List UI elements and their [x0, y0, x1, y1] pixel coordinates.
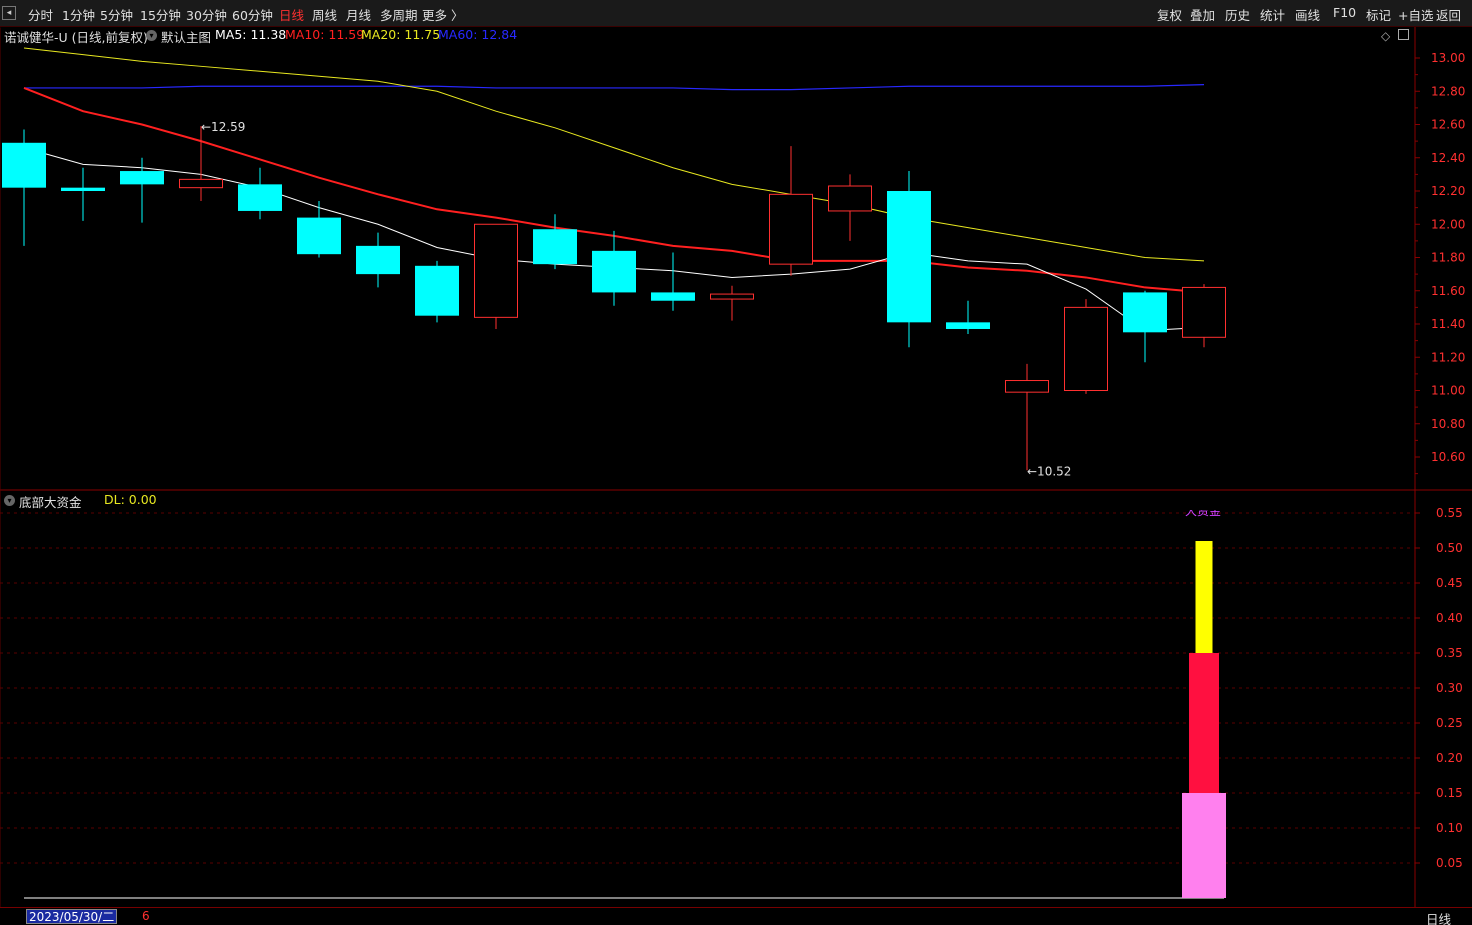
collapse-icon[interactable]: ◂ — [2, 6, 16, 20]
template-dropdown-icon[interactable]: ▾ — [146, 30, 157, 41]
candle-body — [474, 223, 518, 318]
status-bar: 2023/05/30/二 6 日线 — [0, 907, 1472, 925]
tool-button-1[interactable]: 叠加 — [1190, 5, 1215, 24]
price-tick-label: 11.40 — [1431, 317, 1465, 331]
candle-body — [120, 171, 164, 185]
indicator-bar-segment-2 — [1189, 653, 1219, 793]
tab-7[interactable]: 周线 — [312, 5, 337, 24]
diamond-icon[interactable]: ◇ — [1381, 29, 1390, 43]
tool-button-7[interactable]: +自选 — [1398, 5, 1433, 24]
window-icon[interactable] — [1398, 29, 1409, 40]
indicator-bar-caption: 大资金 — [1185, 503, 1221, 518]
indicator-tick-label: 0.45 — [1436, 576, 1463, 590]
date-suffix: 6 — [142, 909, 150, 923]
indicator-dropdown-icon[interactable]: ▾ — [4, 495, 15, 506]
low-price-marker: ←10.52 — [1027, 464, 1071, 478]
candle-body — [769, 193, 813, 265]
tab-3[interactable]: 15分钟 — [140, 5, 181, 24]
ma60-label: MA60: 12.84 — [438, 27, 518, 42]
candle-body — [61, 187, 105, 191]
kline-chart[interactable]: 13.00 12.80 12.60 12.40 12.20 12.00 11.80 11.60… — [0, 27, 1472, 907]
tab-10[interactable]: 更多 〉 — [422, 5, 463, 24]
tab-1[interactable]: 1分钟 — [62, 5, 95, 24]
price-tick-label: 12.00 — [1431, 217, 1465, 231]
price-tick-label: 12.40 — [1431, 151, 1465, 165]
candle-body — [946, 322, 990, 329]
candle-body — [179, 178, 223, 189]
tool-button-3[interactable]: 统计 — [1260, 5, 1285, 24]
stock-title: 诺诚健华-U (日线,前复权) — [4, 30, 148, 45]
tool-button-5[interactable]: F10 — [1333, 5, 1356, 20]
price-tick-label: 11.60 — [1431, 284, 1465, 298]
high-price-marker: ←12.59 — [201, 120, 245, 134]
period-indicator[interactable]: 日线 — [1426, 909, 1451, 925]
indicator-tick-label: 0.20 — [1436, 751, 1463, 765]
ma5-label: MA5: 11.38 — [215, 27, 287, 42]
tab-9[interactable]: 多周期 — [380, 5, 418, 24]
indicator-tick-label: 0.25 — [1436, 716, 1463, 730]
tool-button-2[interactable]: 历史 — [1225, 5, 1250, 24]
ma60-line — [24, 84, 1205, 91]
tab-6[interactable]: 日线 — [279, 5, 304, 24]
price-tick-label: 11.20 — [1431, 350, 1465, 364]
tab-5[interactable]: 60分钟 — [232, 5, 273, 24]
candle-body — [887, 191, 931, 323]
candle-body — [1123, 292, 1167, 333]
price-tick-label: 12.60 — [1431, 118, 1465, 132]
template-label[interactable]: 默认主图 — [161, 27, 211, 46]
period-toolbar: ◂ 分时 1分钟 5分钟 15分钟 30分钟 60分钟 日线 周线 月线 多周期 更多 〉 复权 叠加… — [0, 0, 1472, 27]
candle-body — [710, 293, 754, 300]
indicator-tick-label: 0.35 — [1436, 646, 1463, 660]
candle-body — [415, 265, 459, 316]
candle-body — [1005, 380, 1049, 393]
indicator-name[interactable]: 底部大资金 — [19, 492, 82, 511]
candle-body — [2, 142, 46, 188]
indicator-tick-label: 0.10 — [1436, 821, 1463, 835]
tool-button-4[interactable]: 画线 — [1295, 5, 1320, 24]
cursor-date: 2023/05/30/二 — [26, 909, 118, 924]
candle-body — [828, 185, 872, 212]
price-tick-label: 11.80 — [1431, 251, 1465, 265]
indicator-tick-label: 0.30 — [1436, 681, 1463, 695]
indicator-value: DL: 0.00 — [104, 492, 157, 507]
indicator-bar-segment-3 — [1195, 541, 1213, 653]
indicator-tick-label: 0.40 — [1436, 611, 1463, 625]
candle-body — [1182, 286, 1226, 338]
tool-button-6[interactable]: 标记 — [1366, 5, 1391, 24]
price-tick-label: 12.20 — [1431, 184, 1465, 198]
candle-body — [356, 245, 400, 275]
price-tick-label: 12.80 — [1431, 84, 1465, 98]
tool-button-0[interactable]: 复权 — [1157, 5, 1182, 24]
price-tick-label: 10.80 — [1431, 417, 1465, 431]
tool-button-8[interactable]: 返回 — [1436, 5, 1461, 24]
candle-body — [651, 292, 695, 301]
indicator-tick-label: 0.50 — [1436, 541, 1463, 555]
tab-4[interactable]: 30分钟 — [186, 5, 227, 24]
candle-body — [238, 184, 282, 211]
candle-body — [533, 229, 577, 265]
indicator-bar-segment-1 — [1182, 793, 1226, 898]
candle-body — [297, 217, 341, 255]
tab-8[interactable]: 月线 — [346, 5, 371, 24]
tab-2[interactable]: 5分钟 — [100, 5, 133, 24]
indicator-tick-label: 0.05 — [1436, 856, 1463, 870]
price-tick-label: 13.00 — [1431, 51, 1465, 65]
price-tick-label: 11.00 — [1431, 384, 1465, 398]
ma10-label: MA10: 11.59 — [285, 27, 365, 42]
candle-body — [592, 250, 636, 293]
ma20-label: MA20: 11.75 — [361, 27, 441, 42]
indicator-tick-label: 0.15 — [1436, 786, 1463, 800]
tab-0[interactable]: 分时 — [28, 5, 53, 24]
indicator-tick-label: 0.55 — [1436, 506, 1463, 520]
candle-body — [1064, 306, 1108, 391]
chart-frame: 13.00 12.80 12.60 12.40 12.20 12.00 11.80 11.60… — [0, 27, 1472, 907]
price-tick-label: 10.60 — [1431, 450, 1465, 464]
